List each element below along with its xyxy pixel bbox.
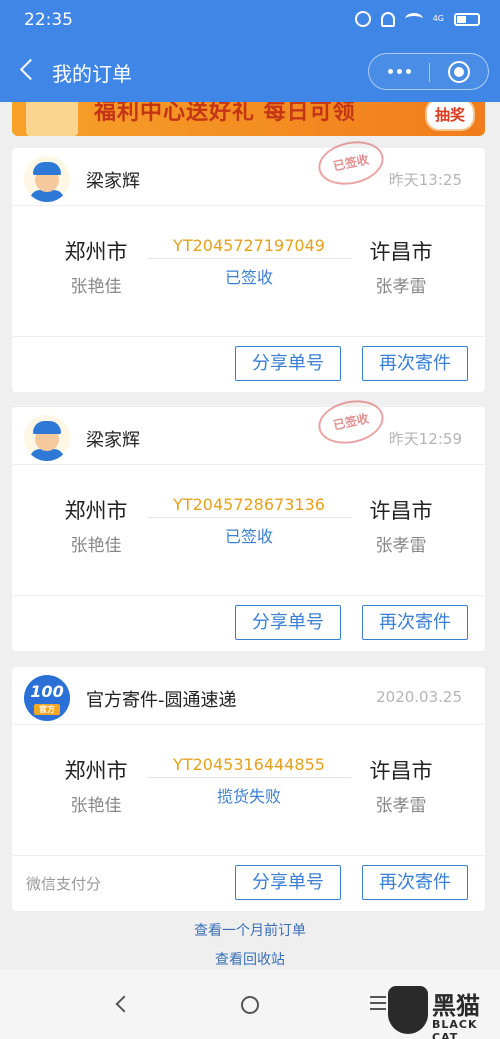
page-title: 我的订单 (52, 62, 132, 86)
order-header: 梁家辉 已签收 昨天13:25 (12, 135, 485, 206)
logo-text: 100 (30, 682, 64, 701)
order-route: 郑州市 张艳佳 YT2045316444855 揽货失败 许昌市 张孝雷 (12, 725, 485, 855)
avatar-cap-shape (33, 421, 61, 434)
courier-avatar (24, 415, 70, 461)
origin-city: 郑州市 (64, 759, 128, 783)
lottery-button[interactable]: 抽奖 (424, 102, 475, 131)
system-home-icon[interactable] (241, 996, 259, 1014)
more-dot-icon (405, 69, 411, 74)
kuaidi100-logo: 100 官方 (24, 675, 70, 721)
recipient-contact: 张孝雷 (375, 796, 427, 816)
status-time: 22:35 (24, 10, 73, 30)
sender-name: 梁家辉 (86, 430, 140, 451)
sender-contact: 张艳佳 (70, 536, 122, 556)
status-icons: 4G (354, 11, 480, 27)
more-dot-icon (387, 69, 393, 74)
back-icon[interactable] (18, 58, 40, 82)
origin-city: 郑州市 (64, 499, 128, 523)
order-header: 100 官方 官方寄件-圆通速递 2020.03.25 (12, 667, 485, 725)
system-back-icon[interactable] (115, 995, 133, 1013)
alarm-icon (354, 11, 371, 27)
battery-icon (454, 12, 480, 26)
signed-stamp: 已签收 (314, 394, 388, 450)
destination-city: 许昌市 (369, 499, 433, 523)
order-route: 郑州市 张艳佳 YT2045728673136 已签收 许昌市 张孝雷 (12, 465, 485, 595)
resend-button[interactable]: 再次寄件 (362, 865, 468, 900)
resend-button[interactable]: 再次寄件 (362, 346, 468, 381)
logo-sub-text: 官方 (34, 704, 60, 715)
payment-note: 微信支付分 (26, 875, 102, 893)
order-card[interactable]: 梁家辉 已签收 昨天13:25 郑州市 张艳佳 YT2045727197049 … (12, 135, 485, 392)
recycle-bin-link[interactable]: 查看回收站 (0, 949, 500, 969)
order-header: 梁家辉 已签收 昨天12:59 (12, 394, 485, 465)
more-button[interactable] (369, 54, 429, 89)
sender-name: 官方寄件-圆通速递 (86, 690, 237, 711)
close-miniprogram-icon[interactable] (448, 61, 470, 83)
origin-city: 郑州市 (64, 240, 128, 264)
destination-city: 许昌市 (369, 759, 433, 783)
order-route: 郑州市 张艳佳 YT2045727197049 已签收 许昌市 张孝雷 (12, 206, 485, 336)
more-dot-icon (396, 69, 402, 74)
tracking-number: YT2045728673136 (147, 495, 351, 518)
share-tracking-button[interactable]: 分享单号 (235, 346, 341, 381)
promo-banner[interactable]: 福利中心送好礼 每日可领 抽奖 (12, 102, 485, 136)
order-actions: 分享单号 再次寄件 (12, 595, 485, 651)
gift-icon (26, 102, 78, 136)
order-actions: 分享单号 再次寄件 (12, 336, 485, 392)
order-actions: 微信支付分 分享单号 再次寄件 (12, 855, 485, 911)
status-bar: 22:35 4G (0, 0, 500, 40)
recipient-contact: 张孝雷 (375, 277, 427, 297)
sender-contact: 张艳佳 (70, 277, 122, 297)
order-time: 昨天13:25 (388, 171, 462, 189)
tracking-number: YT2045727197049 (147, 236, 351, 259)
black-cat-logo-icon (388, 986, 428, 1034)
order-card[interactable]: 100 官方 官方寄件-圆通速递 2020.03.25 郑州市 张艳佳 YT20… (12, 667, 485, 911)
mute-bell-icon (380, 11, 395, 27)
avatar-cap-shape (33, 162, 61, 175)
sender-contact: 张艳佳 (70, 796, 122, 816)
order-card[interactable]: 梁家辉 已签收 昨天12:59 郑州市 张艳佳 YT2045728673136 … (12, 394, 485, 651)
banner-text: 福利中心送好礼 每日可领 (94, 102, 356, 125)
capsule-divider (429, 63, 430, 82)
share-tracking-button[interactable]: 分享单号 (235, 865, 341, 900)
signed-stamp: 已签收 (314, 135, 388, 191)
order-status: 已签收 (224, 527, 273, 546)
watermark-en: BLACK CAT (432, 1018, 478, 1039)
wifi-icon (404, 13, 423, 25)
recipient-contact: 张孝雷 (375, 536, 427, 556)
tracking-number: YT2045316444855 (147, 755, 351, 778)
miniprogram-capsule (368, 53, 489, 90)
network-label: 4G (432, 14, 444, 23)
destination-city: 许昌市 (369, 240, 433, 264)
older-orders-link[interactable]: 查看一个月前订单 (0, 920, 500, 940)
order-time: 昨天12:59 (388, 430, 462, 448)
order-time: 2020.03.25 (376, 688, 462, 706)
nav-bar: 我的订单 (0, 40, 500, 102)
share-tracking-button[interactable]: 分享单号 (235, 605, 341, 640)
sender-name: 梁家辉 (86, 171, 140, 192)
system-menu-icon[interactable] (370, 996, 386, 1010)
watermark: 黑猫 BLACK CAT (388, 986, 496, 1039)
watermark-cn: 黑猫 (432, 992, 480, 1020)
resend-button[interactable]: 再次寄件 (362, 605, 468, 640)
order-status: 已签收 (224, 268, 273, 287)
courier-avatar (24, 156, 70, 202)
order-status: 揽货失败 (216, 787, 281, 806)
